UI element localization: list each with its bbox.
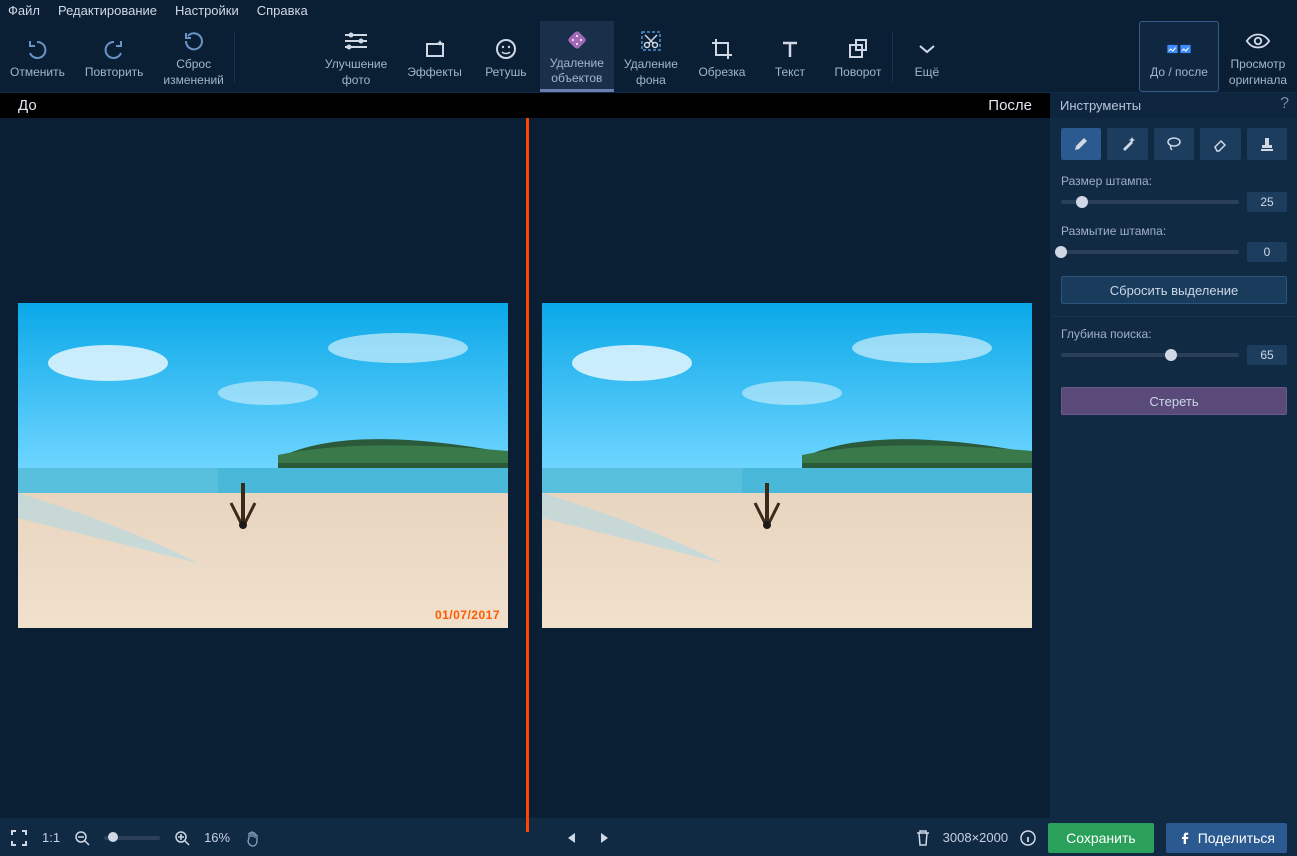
search-depth-value[interactable]: 65 <box>1247 345 1287 365</box>
after-label: После <box>988 97 1032 114</box>
zoom-in-button[interactable] <box>174 830 190 846</box>
menu-help[interactable]: Справка <box>257 3 308 18</box>
slider-thumb[interactable] <box>1076 196 1088 208</box>
sliders-icon <box>343 28 369 54</box>
stamp-size-slider: Размер штампа: 25 <box>1051 170 1297 220</box>
tools-panel: Размер штампа: 25 Размытие штампа: 0 Сбр… <box>1050 118 1297 832</box>
stamp-blur-track[interactable] <box>1061 250 1239 254</box>
search-depth-track[interactable] <box>1061 353 1239 357</box>
crop-button[interactable]: Обрезка <box>688 21 756 92</box>
help-icon[interactable]: ? <box>1280 95 1289 113</box>
status-bar: 1:1 16% 3008×2000 Сохранить Поделиться <box>0 818 1297 856</box>
panel-title-bar: Инструменты ? <box>1050 93 1297 118</box>
rotate-button[interactable]: Поворот <box>824 21 892 92</box>
erase-button[interactable]: Стереть <box>1061 387 1287 415</box>
prev-image-button[interactable] <box>565 831 579 845</box>
effects-button[interactable]: Эффекты <box>397 21 472 92</box>
slider-thumb[interactable] <box>108 832 118 842</box>
redo-icon <box>101 36 127 62</box>
fullscreen-icon <box>10 829 28 847</box>
share-button[interactable]: Поделиться <box>1166 823 1287 853</box>
patch-icon <box>564 27 590 53</box>
date-stamp: 01/07/2017 <box>435 608 500 622</box>
reset-selection-button[interactable]: Сбросить выделение <box>1061 276 1287 304</box>
facebook-icon <box>1178 831 1192 845</box>
eye-icon <box>1245 28 1271 54</box>
brush-icon <box>1072 135 1090 153</box>
before-image: 01/07/2017 <box>18 303 508 628</box>
stamp-size-track[interactable] <box>1061 200 1239 204</box>
panel-title: Инструменты <box>1060 98 1141 113</box>
menu-edit[interactable]: Редактирование <box>58 3 157 18</box>
trash-icon <box>915 829 931 847</box>
chevron-down-icon <box>914 36 940 62</box>
remove-objects-button[interactable]: Удаление объектов <box>540 21 614 92</box>
triangle-right-icon <box>597 831 611 845</box>
text-icon <box>777 36 803 62</box>
reset-button[interactable]: Сброс изменений <box>153 21 233 92</box>
lasso-icon <box>1165 135 1183 153</box>
fit-1to1-button[interactable]: 1:1 <box>42 830 60 845</box>
lasso-tool[interactable] <box>1154 128 1194 160</box>
info-button[interactable] <box>1020 830 1036 846</box>
image-dimensions: 3008×2000 <box>943 830 1008 845</box>
hand-tool-button[interactable] <box>244 829 262 847</box>
remove-bg-button[interactable]: Удаление фона <box>614 21 688 92</box>
sparkle-icon <box>422 36 448 62</box>
before-label: До <box>18 97 37 114</box>
stamp-tool[interactable] <box>1247 128 1287 160</box>
crop-icon <box>709 36 735 62</box>
zoom-out-button[interactable] <box>74 830 90 846</box>
hand-icon <box>244 829 262 847</box>
save-button[interactable]: Сохранить <box>1048 823 1154 853</box>
before-after-button[interactable]: До / после <box>1139 21 1219 92</box>
eraser-tool[interactable] <box>1200 128 1240 160</box>
redo-button[interactable]: Повторить <box>75 21 154 92</box>
scissors-icon <box>638 28 664 54</box>
stamp-blur-value[interactable]: 0 <box>1247 242 1287 262</box>
after-image <box>542 303 1032 628</box>
reset-icon <box>181 28 207 54</box>
enhance-button[interactable]: Улучшение фото <box>315 21 397 92</box>
zoom-out-icon <box>74 830 90 846</box>
triangle-left-icon <box>565 831 579 845</box>
compare-divider[interactable] <box>526 118 529 832</box>
wand-icon <box>1119 135 1137 153</box>
menu-settings[interactable]: Настройки <box>175 3 239 18</box>
compare-icon <box>1166 36 1192 62</box>
text-button[interactable]: Текст <box>756 21 824 92</box>
menu-bar: Файл Редактирование Настройки Справка <box>0 0 1297 21</box>
stamp-size-value[interactable]: 25 <box>1247 192 1287 212</box>
retouch-button[interactable]: Ретушь <box>472 21 540 92</box>
more-button[interactable]: Ещё <box>893 21 961 92</box>
view-original-button[interactable]: Просмотр оригинала <box>1219 21 1297 92</box>
face-icon <box>493 36 519 62</box>
stamp-icon <box>1258 135 1276 153</box>
search-depth-slider: Глубина поиска: 65 <box>1051 323 1297 373</box>
info-icon <box>1020 830 1036 846</box>
menu-file[interactable]: Файл <box>8 3 40 18</box>
brush-tool[interactable] <box>1061 128 1101 160</box>
undo-button[interactable]: Отменить <box>0 21 75 92</box>
zoom-slider[interactable] <box>104 836 160 840</box>
zoom-in-icon <box>174 830 190 846</box>
compare-header: До После <box>0 93 1050 118</box>
delete-button[interactable] <box>915 829 931 847</box>
eraser-icon <box>1211 135 1229 153</box>
main-toolbar: Отменить Повторить Сброс изменений Улучш… <box>0 21 1297 93</box>
slider-thumb[interactable] <box>1165 349 1177 361</box>
canvas-area[interactable]: 01/07/2017 <box>0 118 1050 832</box>
undo-icon <box>24 36 50 62</box>
magic-wand-tool[interactable] <box>1107 128 1147 160</box>
stamp-blur-slider: Размытие штампа: 0 <box>1051 220 1297 270</box>
next-image-button[interactable] <box>597 831 611 845</box>
zoom-percent: 16% <box>204 830 230 845</box>
slider-thumb[interactable] <box>1055 246 1067 258</box>
rotate-icon <box>845 36 871 62</box>
fullscreen-button[interactable] <box>10 829 28 847</box>
